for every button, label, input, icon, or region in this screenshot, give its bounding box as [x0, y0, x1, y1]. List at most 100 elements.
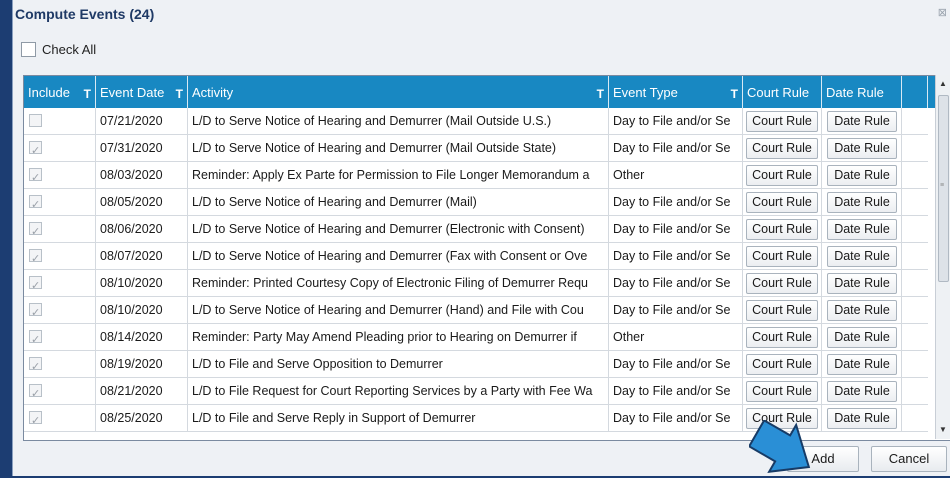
- include-checkbox[interactable]: [29, 273, 42, 296]
- date-rule-button[interactable]: Date Rule: [827, 354, 897, 375]
- scroll-down-icon[interactable]: ▼: [936, 423, 950, 437]
- date-rule-button[interactable]: Date Rule: [827, 381, 897, 402]
- table-row[interactable]: 08/19/2020L/D to File and Serve Oppositi…: [24, 351, 928, 378]
- court-rule-cell: Court Rule: [743, 324, 822, 350]
- filter-icon[interactable]: T: [176, 77, 183, 108]
- column-header-include[interactable]: Include T: [24, 76, 96, 108]
- date-rule-cell: Date Rule: [822, 297, 902, 323]
- event-date-cell: 08/21/2020: [96, 378, 188, 404]
- checkbox-icon[interactable]: [21, 41, 36, 57]
- activity-cell: L/D to Serve Notice of Hearing and Demur…: [188, 108, 609, 134]
- court-rule-button[interactable]: Court Rule: [746, 327, 818, 348]
- court-rule-button[interactable]: Court Rule: [746, 111, 818, 132]
- column-header-court-rule[interactable]: Court Rule: [743, 76, 822, 108]
- column-header-activity[interactable]: Activity T: [188, 76, 609, 108]
- date-rule-cell: Date Rule: [822, 324, 902, 350]
- include-checkbox[interactable]: [29, 165, 42, 188]
- date-rule-cell: Date Rule: [822, 216, 902, 242]
- include-checkbox[interactable]: [29, 114, 42, 127]
- include-checkbox[interactable]: [29, 192, 42, 215]
- court-rule-button[interactable]: Court Rule: [746, 165, 818, 186]
- date-rule-button[interactable]: Date Rule: [827, 300, 897, 321]
- event-type-cell: Day to File and/or Se: [609, 243, 743, 269]
- event-type-cell: Day to File and/or Se: [609, 135, 743, 161]
- date-rule-button[interactable]: Date Rule: [827, 408, 897, 429]
- dialog-title: Compute Events (24): [15, 6, 155, 22]
- column-header-event-type[interactable]: Event Type T: [609, 76, 743, 108]
- include-checkbox[interactable]: [29, 327, 42, 350]
- table-row[interactable]: 08/14/2020Reminder: Party May Amend Plea…: [24, 324, 928, 351]
- column-header-date-rule[interactable]: Date Rule: [822, 76, 902, 108]
- grid-header-row: Include T Event Date T Activity T Event Type T C…: [24, 76, 950, 108]
- include-checkbox[interactable]: [29, 219, 42, 242]
- column-header-label: Include: [28, 85, 70, 100]
- table-row[interactable]: 07/21/2020 L/D to Serve Notice of Hearing…: [24, 108, 928, 135]
- table-row[interactable]: 08/06/2020L/D to Serve Notice of Hearing…: [24, 216, 928, 243]
- activity-cell: L/D to Serve Notice of Hearing and Demur…: [188, 189, 609, 215]
- column-header-label: Court Rule: [747, 85, 810, 100]
- scroll-up-icon[interactable]: ▲: [936, 77, 950, 91]
- court-rule-button[interactable]: Court Rule: [746, 138, 818, 159]
- table-row[interactable]: 08/05/2020L/D to Serve Notice of Hearing…: [24, 189, 928, 216]
- check-all-checkbox[interactable]: Check All: [21, 40, 96, 58]
- event-type-cell: Day to File and/or Se: [609, 216, 743, 242]
- date-rule-button[interactable]: Date Rule: [827, 246, 897, 267]
- court-rule-button[interactable]: Court Rule: [746, 300, 818, 321]
- column-header-label: Date Rule: [826, 85, 884, 100]
- event-date-cell: 08/06/2020: [96, 216, 188, 242]
- activity-cell: L/D to Serve Notice of Hearing and Demur…: [188, 243, 609, 269]
- court-rule-button[interactable]: Court Rule: [746, 354, 818, 375]
- activity-cell: Reminder: Apply Ex Parte for Permission …: [188, 162, 609, 188]
- include-cell: [24, 243, 96, 269]
- court-rule-button[interactable]: Court Rule: [746, 192, 818, 213]
- cancel-button[interactable]: Cancel: [871, 446, 947, 472]
- include-checkbox[interactable]: [29, 246, 42, 269]
- date-rule-button[interactable]: Date Rule: [827, 273, 897, 294]
- activity-cell: Reminder: Printed Courtesy Copy of Elect…: [188, 270, 609, 296]
- include-checkbox[interactable]: [29, 300, 42, 323]
- compute-events-dialog: Compute Events (24) ⊠ Check All Include T…: [12, 0, 950, 476]
- court-rule-button[interactable]: Court Rule: [746, 381, 818, 402]
- date-rule-button[interactable]: Date Rule: [827, 219, 897, 240]
- court-rule-cell: Court Rule: [743, 378, 822, 404]
- event-type-cell: Day to File and/or Se: [609, 351, 743, 377]
- date-rule-button[interactable]: Date Rule: [827, 192, 897, 213]
- date-rule-button[interactable]: Date Rule: [827, 111, 897, 132]
- table-row[interactable]: 08/10/2020Reminder: Printed Courtesy Cop…: [24, 270, 928, 297]
- close-icon[interactable]: ⊠: [938, 6, 947, 19]
- include-checkbox[interactable]: [29, 138, 42, 161]
- include-checkbox[interactable]: [29, 354, 42, 377]
- filter-icon[interactable]: T: [597, 77, 604, 108]
- table-row[interactable]: 08/21/2020L/D to File Request for Court …: [24, 378, 928, 405]
- table-row[interactable]: 07/31/2020L/D to Serve Notice of Hearing…: [24, 135, 928, 162]
- check-all-label: Check All: [42, 41, 97, 57]
- court-rule-button[interactable]: Court Rule: [746, 219, 818, 240]
- column-header-event-date[interactable]: Event Date T: [96, 76, 188, 108]
- event-date-cell: 08/05/2020: [96, 189, 188, 215]
- activity-cell: L/D to Serve Notice of Hearing and Demur…: [188, 135, 609, 161]
- filter-icon[interactable]: T: [84, 77, 91, 108]
- date-rule-button[interactable]: Date Rule: [827, 327, 897, 348]
- scroll-thumb[interactable]: ≡: [938, 95, 949, 282]
- event-date-cell: 08/14/2020: [96, 324, 188, 350]
- date-rule-button[interactable]: Date Rule: [827, 165, 897, 186]
- event-type-cell: Day to File and/or Se: [609, 189, 743, 215]
- include-checkbox[interactable]: [29, 408, 42, 431]
- event-date-cell: 08/25/2020: [96, 405, 188, 431]
- filter-icon[interactable]: T: [731, 77, 738, 108]
- date-rule-button[interactable]: Date Rule: [827, 138, 897, 159]
- include-cell: [24, 378, 96, 404]
- include-cell: [24, 189, 96, 215]
- table-row[interactable]: 08/07/2020L/D to Serve Notice of Hearing…: [24, 243, 928, 270]
- court-rule-button[interactable]: Court Rule: [746, 246, 818, 267]
- event-date-cell: 08/10/2020: [96, 297, 188, 323]
- table-row[interactable]: 08/03/2020Reminder: Apply Ex Parte for P…: [24, 162, 928, 189]
- date-rule-cell: Date Rule: [822, 405, 902, 431]
- court-rule-button[interactable]: Court Rule: [746, 273, 818, 294]
- pointer-arrow-icon: [749, 420, 811, 473]
- table-row[interactable]: 08/10/2020L/D to Serve Notice of Hearing…: [24, 297, 928, 324]
- vertical-scrollbar[interactable]: ▲ ≡ ▼: [935, 75, 950, 439]
- include-checkbox[interactable]: [29, 381, 42, 404]
- activity-cell: L/D to Serve Notice of Hearing and Demur…: [188, 216, 609, 242]
- include-cell: [24, 351, 96, 377]
